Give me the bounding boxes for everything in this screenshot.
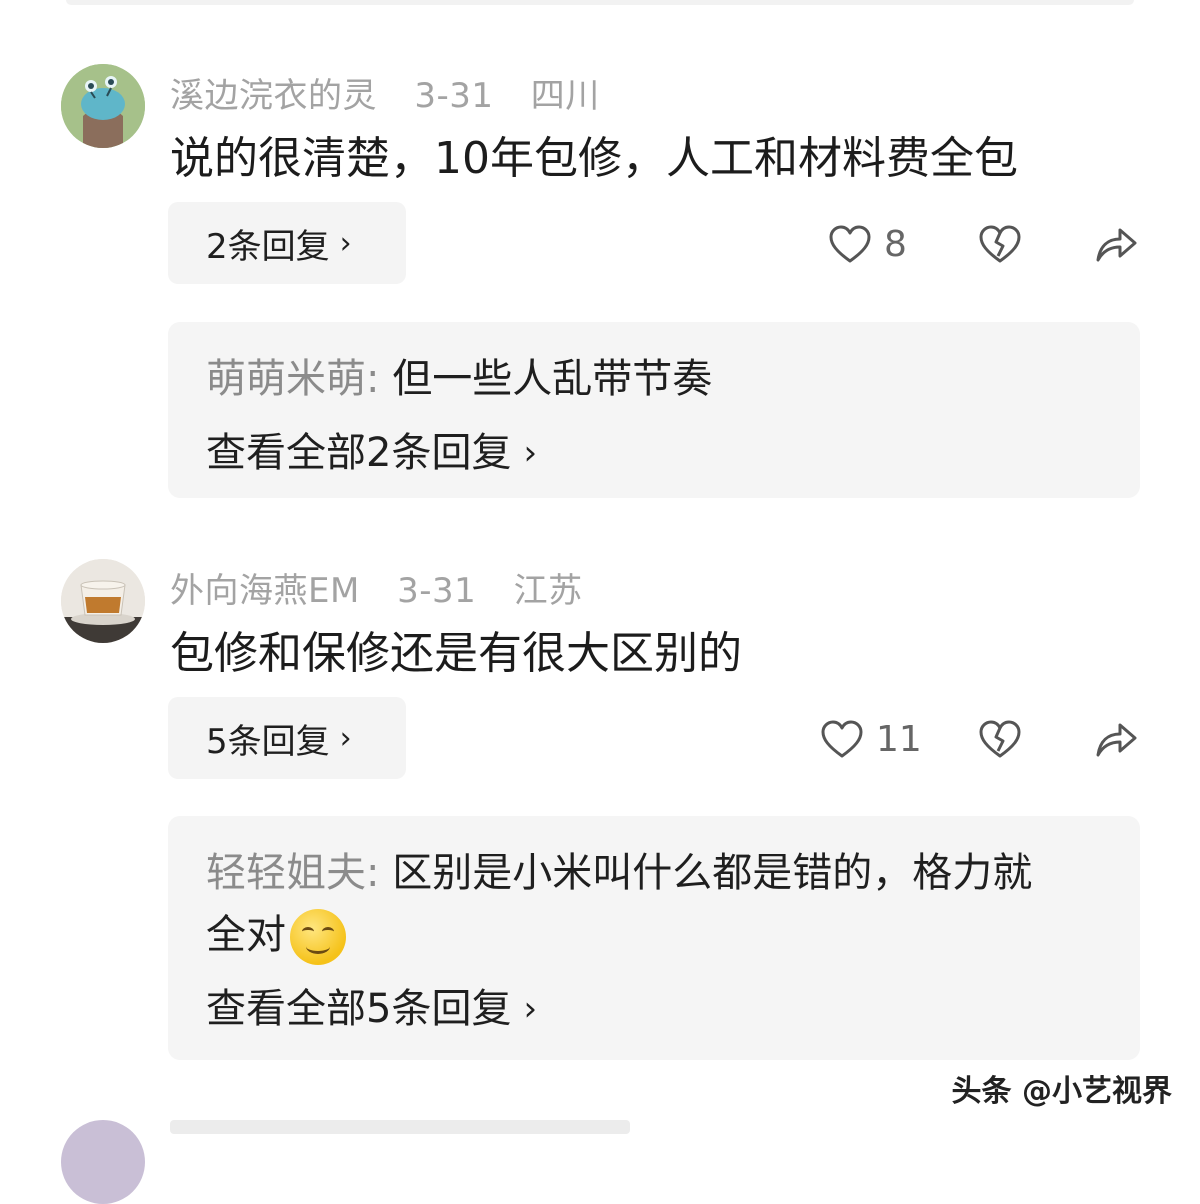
chevron-right-icon: › <box>339 720 352 756</box>
reply-preview: 萌萌米萌: 但一些人乱带节奏 <box>206 348 1102 410</box>
like-count: 8 <box>884 223 907 265</box>
chevron-right-icon: › <box>523 989 538 1029</box>
comment-meta-partial <box>170 1120 630 1134</box>
avatar-image <box>61 559 145 643</box>
avatar[interactable] <box>61 64 145 148</box>
reply-author[interactable]: 轻轻姐夫: <box>206 850 379 896</box>
view-all-replies-link[interactable]: 查看全部2条回复 › <box>206 422 1102 484</box>
comment-text: 说的很清楚，10年包修，人工和材料费全包 <box>170 133 1018 184</box>
comment-author[interactable]: 溪边浣衣的灵 <box>170 76 377 116</box>
dislike-button[interactable] <box>978 709 1022 769</box>
avatar[interactable] <box>61 559 145 643</box>
heart-outline-icon <box>821 720 863 758</box>
like-button[interactable]: 11 <box>820 709 922 769</box>
comment-date: 3-31 <box>397 571 477 611</box>
reply-preview: 轻轻姐夫: 区别是小米叫什么都是错的，格力就 <box>206 842 1102 904</box>
view-all-label: 查看全部2条回复 <box>206 430 512 476</box>
replies-label: 2条回复 <box>206 226 330 267</box>
reply-author[interactable]: 萌萌米萌: <box>206 356 379 402</box>
comment-author[interactable]: 外向海燕EM <box>170 571 360 611</box>
smirk-emoji-icon <box>290 909 346 965</box>
comment-text: 包修和保修还是有很大区别的 <box>170 628 742 679</box>
comment-location: 四川 <box>530 76 600 116</box>
comment-actions: 8 <box>820 214 1140 274</box>
like-button[interactable]: 8 <box>828 214 907 274</box>
chevron-right-icon: › <box>523 433 538 473</box>
broken-heart-icon <box>979 225 1021 263</box>
share-arrow-icon <box>1096 723 1137 757</box>
comment-actions: 11 <box>820 709 1140 769</box>
top-divider <box>66 0 1134 5</box>
share-arrow-icon <box>1096 228 1137 262</box>
comment-location: 江苏 <box>513 571 583 611</box>
reply-text: 但一些人乱带节奏 <box>379 356 713 402</box>
replies-button[interactable]: 2条回复 › <box>168 202 406 284</box>
watermark: 头条 @小艺视界 <box>951 1074 1172 1109</box>
avatar-image <box>61 64 145 148</box>
avatar[interactable] <box>61 1120 145 1204</box>
like-count: 11 <box>876 718 922 760</box>
dislike-button[interactable] <box>978 214 1022 274</box>
chevron-right-icon: › <box>339 225 352 261</box>
share-button[interactable] <box>1094 214 1138 274</box>
view-all-replies-link[interactable]: 查看全部5条回复 › <box>206 978 1102 1040</box>
reply-text: 区别是小米叫什么都是错的，格力就 <box>379 850 1033 896</box>
comment-meta: 溪边浣衣的灵 3-31 四川 <box>170 68 626 117</box>
replies-button[interactable]: 5条回复 › <box>168 697 406 779</box>
comment-date: 3-31 <box>414 76 494 116</box>
heart-outline-icon <box>829 225 871 263</box>
reply-text-line2: 全对 <box>206 912 286 958</box>
replies-label: 5条回复 <box>206 721 330 762</box>
reply-preview-box[interactable]: 萌萌米萌: 但一些人乱带节奏 查看全部2条回复 › <box>168 322 1140 498</box>
comment-meta: 外向海燕EM 3-31 江苏 <box>170 563 609 612</box>
broken-heart-icon <box>979 720 1021 758</box>
share-button[interactable] <box>1094 709 1138 769</box>
reply-preview-continued: 全对 <box>206 904 1102 966</box>
view-all-label: 查看全部5条回复 <box>206 986 512 1032</box>
reply-preview-box[interactable]: 轻轻姐夫: 区别是小米叫什么都是错的，格力就 全对 查看全部5条回复 › <box>168 816 1140 1060</box>
